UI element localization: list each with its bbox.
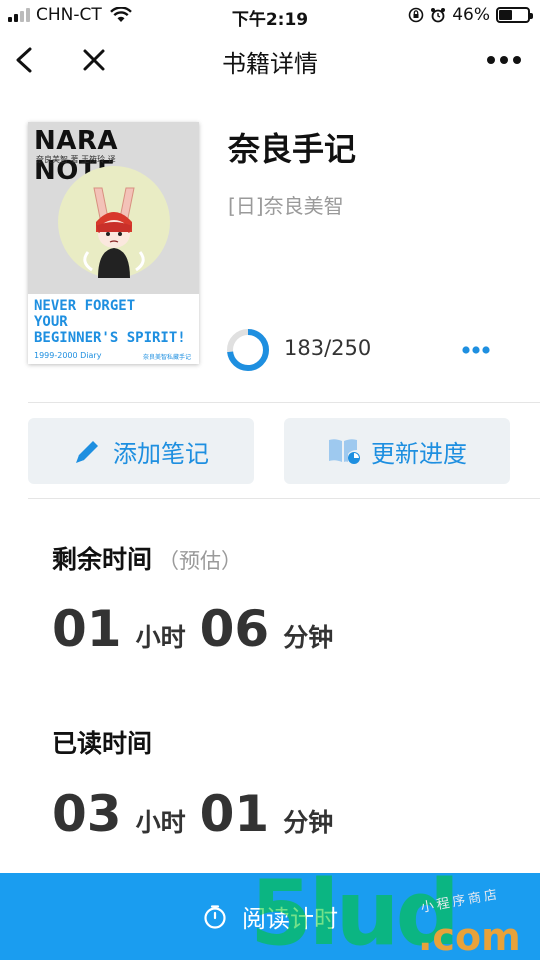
divider	[28, 402, 540, 403]
estimate-hint: （预估）	[158, 549, 243, 573]
update-progress-label: 更新进度	[371, 439, 467, 468]
pencil-icon	[76, 441, 98, 463]
cover-illustration	[58, 166, 170, 278]
add-note-button[interactable]: 添加笔记	[28, 418, 254, 484]
read-time-heading: 已读时间	[52, 724, 152, 760]
minutes-unit: 分钟	[283, 808, 334, 837]
orientation-lock-icon	[408, 7, 424, 23]
book-progress-icon	[329, 439, 360, 464]
cover-tagline: NEVER FORGET YOUR BEGINNER'S SPIRIT!	[34, 298, 186, 346]
battery-percent: 46%	[452, 5, 490, 25]
add-note-label: 添加笔记	[113, 439, 209, 468]
hours-unit: 小时	[135, 623, 186, 652]
more-horizontal-icon[interactable]	[486, 52, 522, 68]
progress-text: 183/250	[284, 336, 372, 360]
reading-progress-ring	[227, 329, 269, 371]
more-horizontal-icon[interactable]	[460, 344, 492, 356]
read-time-value: 03 小时 01 分钟	[52, 785, 347, 843]
remaining-time-heading: 剩余时间 （预估）	[52, 540, 242, 576]
read-minutes: 01	[199, 785, 270, 843]
alarm-icon	[431, 8, 446, 23]
remaining-time-label: 剩余时间	[52, 545, 153, 574]
update-progress-button[interactable]: 更新进度	[284, 418, 510, 484]
read-time-label: 已读时间	[52, 729, 153, 758]
status-bar: CHN-CT 下午2:19 46%	[0, 0, 540, 30]
navigation-bar: 书籍详情	[0, 30, 540, 90]
divider	[28, 498, 540, 499]
battery-icon	[496, 7, 533, 23]
minutes-unit: 分钟	[283, 623, 334, 652]
cover-publisher: 奈良美智私藏手记	[142, 354, 191, 361]
remaining-hours: 01	[52, 600, 122, 658]
page-title: 书籍详情	[222, 50, 318, 78]
reading-timer-button[interactable]: 阅读计时	[0, 873, 540, 960]
cover-diary-label: 1999-2000 Diary	[34, 351, 102, 360]
remaining-time-value: 01 小时 06 分钟	[52, 600, 347, 658]
remaining-minutes: 06	[199, 600, 270, 658]
timer-icon	[204, 904, 226, 929]
status-right: 46%	[408, 5, 533, 25]
hours-unit: 小时	[135, 808, 186, 837]
book-author: [日]奈良美智	[228, 194, 344, 218]
book-title: 奈良手记	[228, 130, 357, 168]
read-hours: 03	[52, 785, 122, 843]
cover-author-line: 奈良美智 著 王筱玲 译	[36, 155, 116, 164]
reading-timer-label: 阅读计时	[242, 905, 338, 933]
book-cover[interactable]: NARA NOTE 奈良美智 著 王筱玲 译 NEVER FORGET YOUR…	[28, 122, 199, 364]
